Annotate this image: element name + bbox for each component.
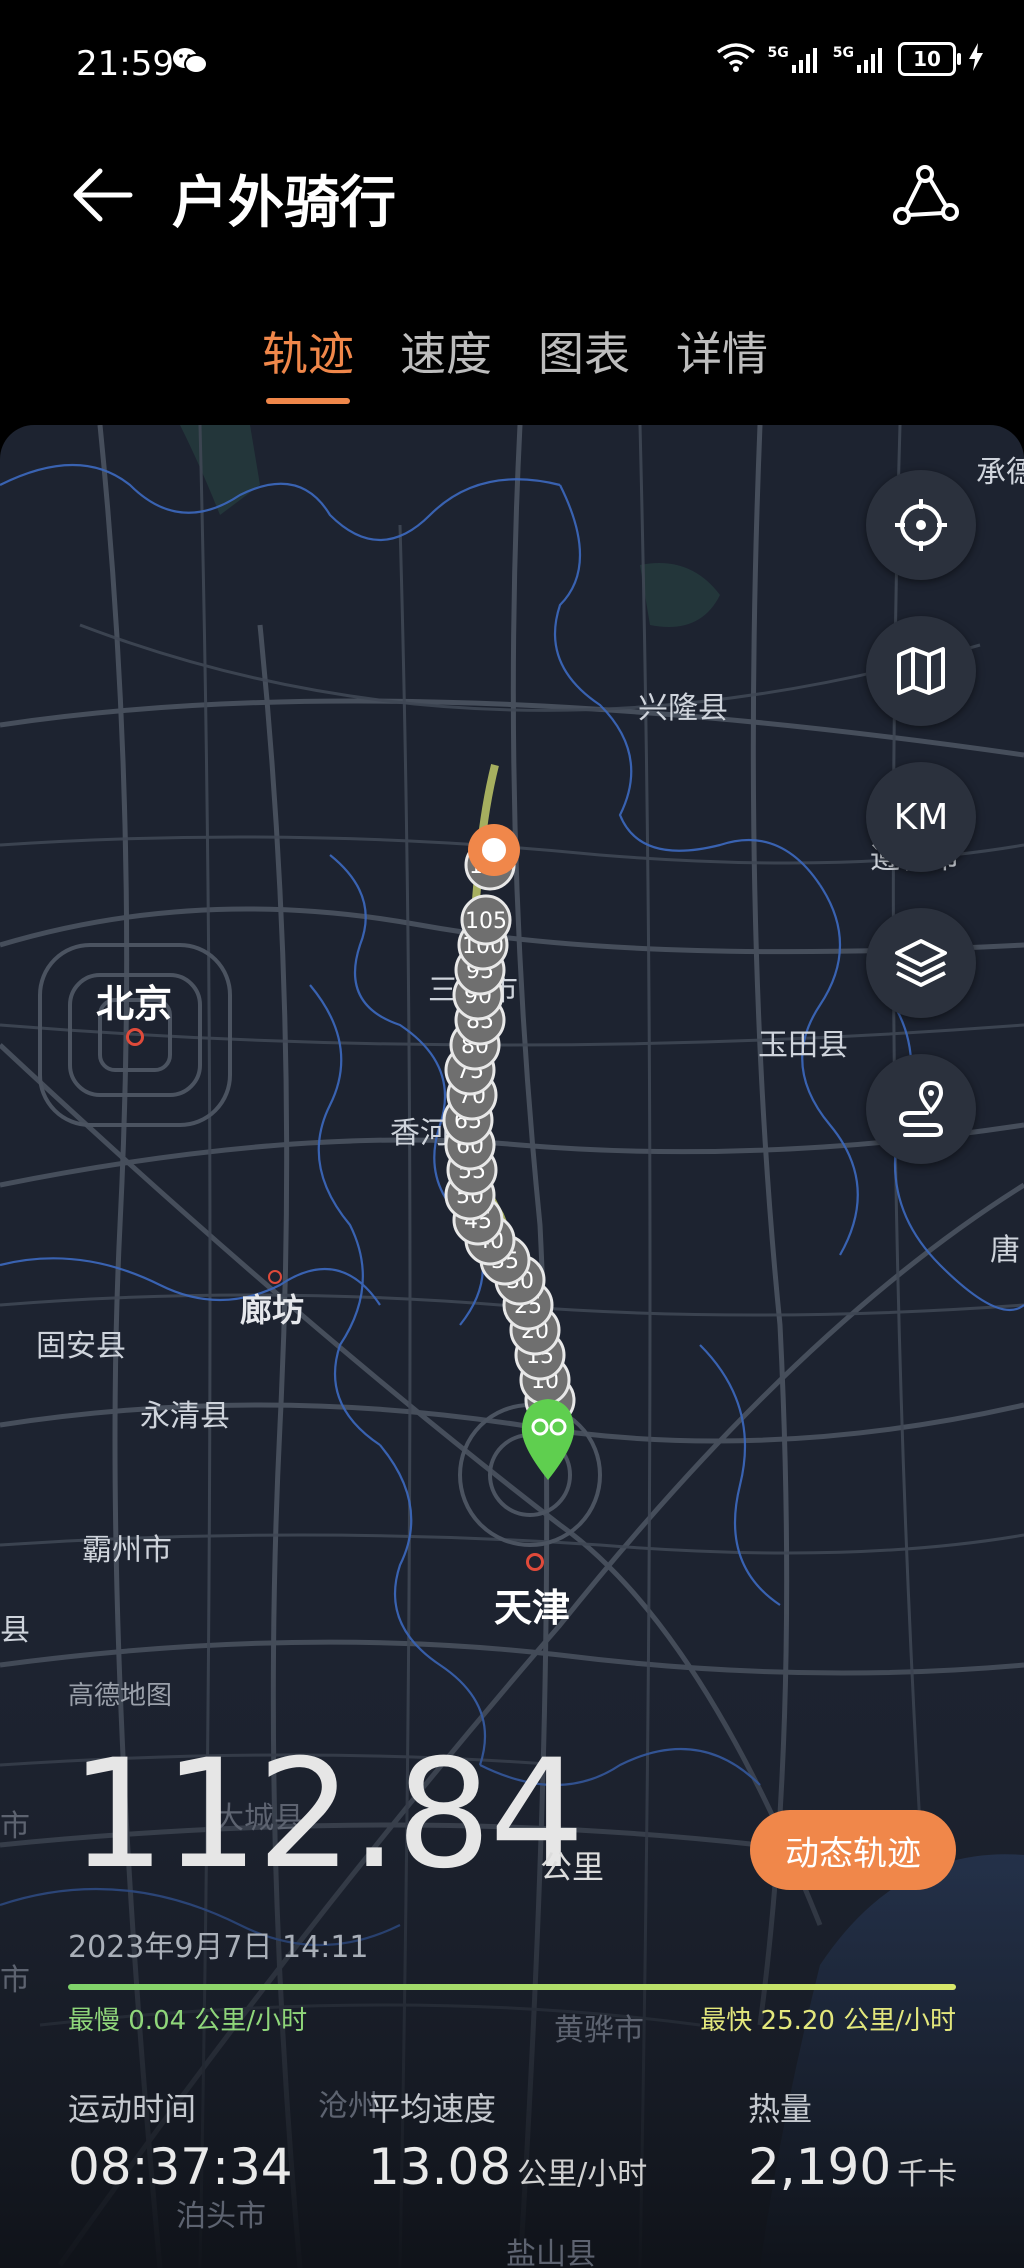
- arrow-left-icon: [73, 168, 133, 222]
- battery-level: 10: [913, 47, 941, 71]
- status-time: 21:59: [76, 44, 174, 84]
- map-icon: [897, 647, 945, 695]
- tab-speed[interactable]: 速度: [400, 318, 492, 404]
- share-icon: [893, 165, 959, 225]
- tab-bar: 轨迹 速度 图表 详情: [262, 318, 768, 404]
- locate-icon: [895, 499, 947, 551]
- signal-icon-2: 5G: [833, 45, 886, 73]
- total-distance: 112.84: [70, 1728, 585, 1902]
- signal-icon-1: 5G: [768, 45, 821, 73]
- calories-value: 2,190 千卡: [748, 2138, 958, 2196]
- tab-details[interactable]: 详情: [676, 318, 768, 404]
- locate-button[interactable]: [866, 470, 976, 580]
- map-provider-label: 高德地图: [68, 1681, 173, 1711]
- wifi-icon: [716, 42, 756, 76]
- avg-speed-label: 平均速度: [368, 2090, 497, 2128]
- speed-gradient-bar: [68, 1984, 956, 1990]
- svg-text:105: 105: [465, 909, 507, 934]
- tab-track[interactable]: 轨迹: [262, 318, 354, 404]
- wechat-icon: [172, 46, 208, 80]
- duration-value: 08:37:34: [68, 2138, 293, 2196]
- tab-chart[interactable]: 图表: [538, 318, 630, 404]
- duration-label: 运动时间: [68, 2090, 197, 2128]
- calories-unit: 千卡: [897, 2157, 958, 2192]
- layers-button[interactable]: [866, 908, 976, 1018]
- km-marker-105: 105: [460, 894, 512, 946]
- slowest-speed: 最慢 0.04 公里/小时: [68, 2006, 308, 2036]
- distance-unit: 公里: [540, 1848, 605, 1886]
- app-header: 户外骑行: [0, 130, 1024, 250]
- route-map[interactable]: 北京 天津 廊坊 三河市 香河 兴隆县 玉田县 遵化市 承德 唐 固安县 永清县…: [0, 425, 1024, 2268]
- route-track: 5101520253035404550556065707580859095100…: [442, 764, 576, 1480]
- share-button[interactable]: [890, 160, 960, 230]
- km-toggle-label: KM: [893, 796, 949, 838]
- fastest-speed: 最快 25.20 公里/小时: [700, 2006, 956, 2036]
- charging-icon: [968, 43, 984, 75]
- status-bar: 21:59 5G 5G 10: [0, 0, 1024, 120]
- battery-icon: 10: [898, 42, 961, 76]
- start-marker[interactable]: [521, 1399, 575, 1480]
- route-icon: [898, 1080, 944, 1137]
- km-marker-toggle[interactable]: KM: [866, 762, 976, 872]
- calories-label: 热量: [748, 2090, 813, 2128]
- route-button[interactable]: [866, 1054, 976, 1164]
- workout-datetime: 2023年9月7日 14:11: [68, 1930, 369, 1965]
- end-marker[interactable]: [468, 824, 520, 876]
- avg-speed-unit: 公里/小时: [517, 2157, 648, 2192]
- map-type-button[interactable]: [866, 616, 976, 726]
- avg-speed-value: 13.08 公里/小时: [368, 2138, 648, 2196]
- layers-icon: [895, 939, 947, 987]
- dynamic-track-button[interactable]: 动态轨迹: [750, 1810, 956, 1890]
- page-title: 户外骑行: [172, 171, 396, 236]
- back-button[interactable]: [68, 160, 138, 230]
